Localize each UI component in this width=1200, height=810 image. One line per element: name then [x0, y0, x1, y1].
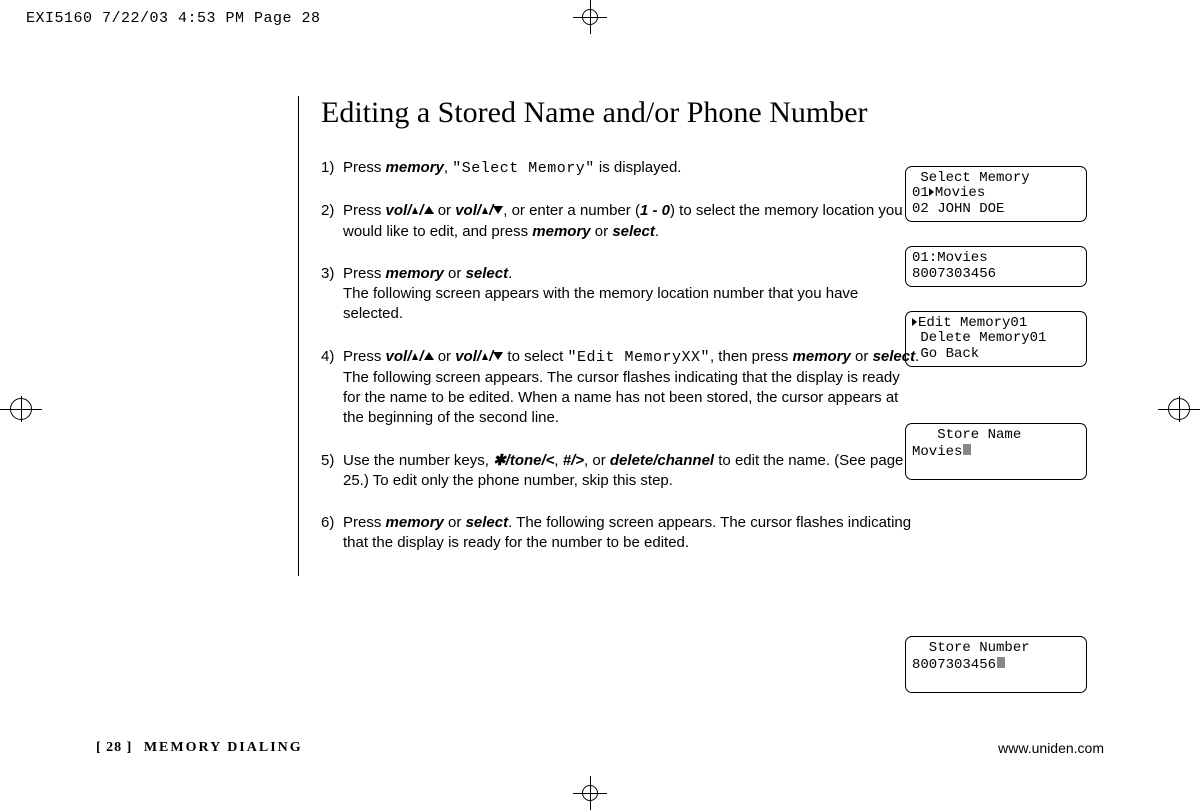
text: or — [434, 348, 456, 365]
text: , then press — [710, 348, 793, 365]
lcd-line: Delete Memory01 — [912, 330, 1046, 346]
step-6: 6) Press memory or select. The following… — [321, 513, 921, 554]
crop-mark-icon — [1158, 388, 1200, 430]
lcd-edit-menu: Edit Memory01 Delete Memory01 Go Back — [905, 311, 1087, 367]
lcd-line: Movies — [912, 444, 962, 460]
crop-mark-icon — [0, 388, 42, 430]
text: Press — [343, 202, 386, 219]
text: , — [444, 159, 452, 176]
lcd-select-memory: Select Memory 01 Movies 02 JOHN DOE — [905, 166, 1087, 222]
ringer-icon — [412, 207, 418, 214]
crop-mark-icon — [573, 0, 607, 34]
keyword-select: select — [612, 223, 655, 240]
caret-down-icon — [493, 206, 503, 214]
text: is displayed. — [595, 159, 682, 176]
lcd-line: Go Back — [912, 346, 979, 362]
lcd-line: 01:Movies — [912, 250, 988, 266]
lcd-line: 8007303456 — [912, 266, 996, 282]
step-4: 4) Press vol// or vol// to select "Edit … — [321, 347, 921, 429]
keyword-memory: memory — [532, 223, 590, 240]
cursor-icon — [963, 444, 971, 455]
instruction-list: 1) Press memory, "Select Memory" is disp… — [321, 158, 921, 554]
lcd-line: Store Number — [912, 640, 1030, 656]
keyword-vol: vol/ — [455, 202, 481, 219]
lcd-line: Edit Memory01 — [918, 315, 1027, 331]
keyword-vol: vol/ — [386, 202, 412, 219]
step-3: 3) Press memory or select. The following… — [321, 264, 921, 325]
text: The following screen appears with the me… — [343, 285, 858, 322]
lcd-text: "Edit MemoryXX" — [567, 349, 710, 366]
keyword-memory: memory — [386, 265, 444, 282]
lcd-line: Select Memory — [912, 170, 1030, 186]
keyword-tone: /tone/ — [506, 452, 546, 469]
lcd-entry-detail: 01:Movies 8007303456 — [905, 246, 1087, 287]
cursor-icon — [997, 657, 1005, 668]
text: or — [434, 202, 456, 219]
main-content: Editing a Stored Name and/or Phone Numbe… — [298, 96, 921, 576]
text: Press — [343, 159, 386, 176]
lcd-store-number: Store Number 8007303456 — [905, 636, 1087, 693]
caret-down-icon — [493, 352, 503, 360]
text: or — [591, 223, 613, 240]
footer-url: www.uniden.com — [998, 740, 1104, 756]
caret-up-icon — [424, 352, 434, 360]
text: Press — [343, 265, 386, 282]
section-name: MEMORY DIALING — [144, 740, 303, 755]
text: , or — [584, 452, 610, 469]
text: Press — [343, 348, 386, 365]
ringer-icon — [482, 207, 488, 214]
lcd-line: 8007303456 — [912, 657, 996, 673]
text: , — [554, 452, 562, 469]
lcd-text: "Select Memory" — [452, 160, 595, 177]
ringer-icon — [482, 353, 488, 360]
text: , or enter a number ( — [503, 202, 640, 219]
selector-icon — [929, 188, 934, 196]
step-1: 1) Press memory, "Select Memory" is disp… — [321, 158, 921, 179]
text: to select — [503, 348, 567, 365]
lcd-screens-column: Select Memory 01 Movies 02 JOHN DOE 01:Mo… — [905, 166, 1087, 717]
star-icon: ✱ — [493, 452, 506, 469]
crop-mark-icon — [573, 776, 607, 810]
lcd-line: Movies — [935, 185, 985, 201]
page-footer: [ 28 ] MEMORY DIALING www.uniden.com — [96, 740, 1104, 756]
page-number: [ 28 ] — [96, 740, 132, 755]
page-title: Editing a Stored Name and/or Phone Numbe… — [321, 96, 921, 130]
text: or — [851, 348, 873, 365]
keyword-memory: memory — [793, 348, 851, 365]
text: or — [444, 514, 466, 531]
keyword-memory: memory — [386, 514, 444, 531]
text: . — [508, 265, 512, 282]
keyword-vol: vol/ — [386, 348, 412, 365]
lcd-line: 02 JOHN DOE — [912, 201, 1004, 217]
keyword-select: select — [466, 514, 509, 531]
text: Use the number keys, — [343, 452, 493, 469]
lcd-store-name: Store Name Movies — [905, 423, 1087, 480]
text: or — [444, 265, 466, 282]
keyword-range: 1 - 0 — [640, 202, 670, 219]
keyword-delete: delete/channel — [610, 452, 714, 469]
text: Press — [343, 514, 386, 531]
step-2: 2) Press vol// or vol//, or enter a numb… — [321, 201, 921, 242]
text: . — [655, 223, 659, 240]
lcd-line: 01 — [912, 185, 929, 201]
step-5: 5) Use the number keys, ✱/tone/<, #/>, o… — [321, 451, 921, 492]
keyword-memory: memory — [386, 159, 444, 176]
lcd-line: Store Name — [912, 427, 1021, 443]
selector-icon — [912, 318, 917, 326]
print-job-header: EXI5160 7/22/03 4:53 PM Page 28 — [26, 10, 321, 27]
keyword-hash: #/ — [563, 452, 576, 469]
keyword-select: select — [466, 265, 509, 282]
ringer-icon — [412, 353, 418, 360]
caret-up-icon — [424, 206, 434, 214]
keyword-vol: vol/ — [455, 348, 481, 365]
